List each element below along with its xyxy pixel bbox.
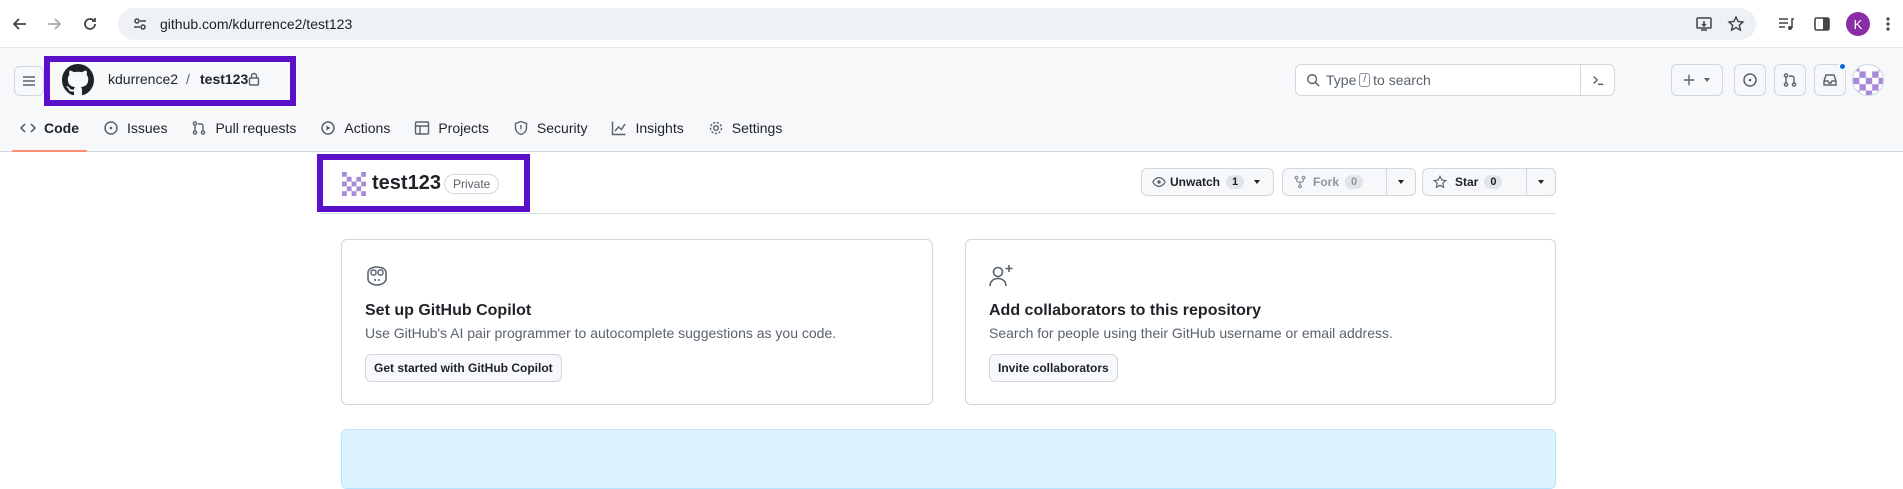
triangle-down-icon <box>1254 180 1261 184</box>
fork-count: 0 <box>1345 175 1364 189</box>
collaborators-card: Add collaborators to this repository Sea… <box>965 239 1556 405</box>
forward-icon[interactable] <box>42 12 66 36</box>
graph-icon <box>612 121 627 136</box>
media-control-icon[interactable] <box>1774 12 1798 36</box>
install-app-icon[interactable] <box>1692 12 1716 36</box>
play-icon <box>321 121 336 135</box>
card-title: Set up GitHub Copilot <box>365 302 532 319</box>
issues-button[interactable] <box>1734 64 1766 96</box>
tab-security[interactable]: Security <box>505 108 596 148</box>
tab-settings-label: Settings <box>731 120 783 136</box>
person-add-icon <box>989 265 1013 287</box>
visibility-badge: Private <box>444 174 500 194</box>
lock-icon <box>248 72 260 86</box>
tab-issues[interactable]: Issues <box>95 108 175 148</box>
repo-owner-avatar <box>342 172 366 196</box>
invite-collaborators-button[interactable]: Invite collaborators <box>989 354 1118 382</box>
card-title: Add collaborators to this repository <box>989 302 1262 319</box>
tab-actions[interactable]: Actions <box>312 108 398 148</box>
back-icon[interactable] <box>8 12 32 36</box>
create-new-button[interactable] <box>1671 64 1723 96</box>
search-placeholder: Type / to search <box>1326 72 1431 88</box>
tab-code[interactable]: Code <box>12 108 87 152</box>
owner-link[interactable]: kdurrence2 <box>108 71 178 87</box>
side-panel-icon[interactable] <box>1810 12 1834 36</box>
breadcrumb-separator: / <box>186 71 190 87</box>
shield-icon <box>514 120 528 136</box>
quick-setup-panel <box>341 429 1556 489</box>
git-pull-request-icon <box>193 121 206 135</box>
fork-dropdown[interactable] <box>1385 169 1415 195</box>
tab-projects[interactable]: Projects <box>406 108 497 148</box>
issue-opened-icon <box>104 121 118 135</box>
copilot-icon <box>367 266 387 286</box>
site-settings-icon[interactable] <box>132 16 148 32</box>
reload-icon[interactable] <box>78 12 102 36</box>
copilot-card: Set up GitHub Copilot Use GitHub's AI pa… <box>341 239 933 405</box>
repo-forked-icon <box>1294 175 1306 189</box>
search-shortcut-key: / <box>1359 73 1371 87</box>
code-icon <box>20 123 36 133</box>
tab-issues-label: Issues <box>127 120 168 136</box>
inbox-icon <box>1823 74 1837 86</box>
star-count: 0 <box>1484 175 1503 189</box>
get-started-copilot-button[interactable]: Get started with GitHub Copilot <box>365 354 562 382</box>
github-logo-icon[interactable] <box>62 64 94 96</box>
github-header: kdurrence2 / test123 Type / to search Co… <box>0 48 1903 152</box>
user-avatar[interactable] <box>1852 64 1884 96</box>
browser-profile-avatar[interactable]: K <box>1846 12 1870 36</box>
table-icon <box>415 121 430 135</box>
issue-opened-icon <box>1743 73 1757 87</box>
search-suffix: to search <box>1373 72 1431 88</box>
triangle-down-icon <box>1397 180 1404 184</box>
gear-icon <box>709 121 722 135</box>
search-icon <box>1307 74 1320 87</box>
star-button[interactable]: Star 0 <box>1422 168 1556 196</box>
search-input[interactable]: Type / to search <box>1295 64 1615 96</box>
tab-projects-label: Projects <box>438 120 489 136</box>
star-label: Star <box>1455 175 1479 189</box>
tab-insights-label: Insights <box>635 120 684 136</box>
tab-settings[interactable]: Settings <box>700 108 791 148</box>
git-pull-request-icon <box>1783 73 1797 87</box>
star-icon <box>1433 175 1447 189</box>
repo-tabs: Code Issues Pull requests Actions Projec… <box>0 108 798 152</box>
repo-title[interactable]: test123 <box>372 172 441 195</box>
card-description: Use GitHub's AI pair programmer to autoc… <box>365 325 837 341</box>
menu-icon[interactable] <box>14 66 44 96</box>
bookmark-star-icon[interactable] <box>1724 12 1748 36</box>
browser-toolbar: github.com/kdurrence2/test123 K <box>0 0 1903 48</box>
tab-security-label: Security <box>536 120 588 136</box>
notification-indicator <box>1838 62 1847 71</box>
tab-insights[interactable]: Insights <box>603 108 691 148</box>
star-dropdown[interactable] <box>1525 169 1555 195</box>
fork-button[interactable]: Fork 0 <box>1282 168 1416 196</box>
tab-pull-requests-label: Pull requests <box>215 120 297 136</box>
plus-icon <box>1683 74 1695 86</box>
watch-count: 1 <box>1226 175 1245 189</box>
fork-label: Fork <box>1313 175 1340 189</box>
browser-menu-icon[interactable] <box>1876 12 1900 36</box>
command-palette-icon[interactable] <box>1580 65 1614 95</box>
watch-button[interactable]: Unwatch 1 <box>1141 168 1274 196</box>
address-bar[interactable]: github.com/kdurrence2/test123 <box>118 8 1756 40</box>
repo-link[interactable]: test123 <box>200 71 248 87</box>
search-prefix: Type <box>1326 72 1357 88</box>
triangle-down-icon <box>1537 180 1544 184</box>
tab-code-label: Code <box>44 120 79 136</box>
identicon-icon <box>1853 65 1883 95</box>
card-description: Search for people using their GitHub use… <box>989 325 1393 341</box>
watch-label: Unwatch <box>1170 175 1221 189</box>
eye-icon <box>1152 177 1166 187</box>
pull-requests-button[interactable] <box>1774 64 1806 96</box>
triangle-down-icon <box>1704 78 1710 82</box>
tab-pull-requests[interactable]: Pull requests <box>183 108 304 148</box>
repo-title-row: test123 Private Unwatch 1 Fork 0 Star 0 <box>317 152 1556 214</box>
tab-actions-label: Actions <box>344 120 391 136</box>
url-text: github.com/kdurrence2/test123 <box>160 16 353 32</box>
